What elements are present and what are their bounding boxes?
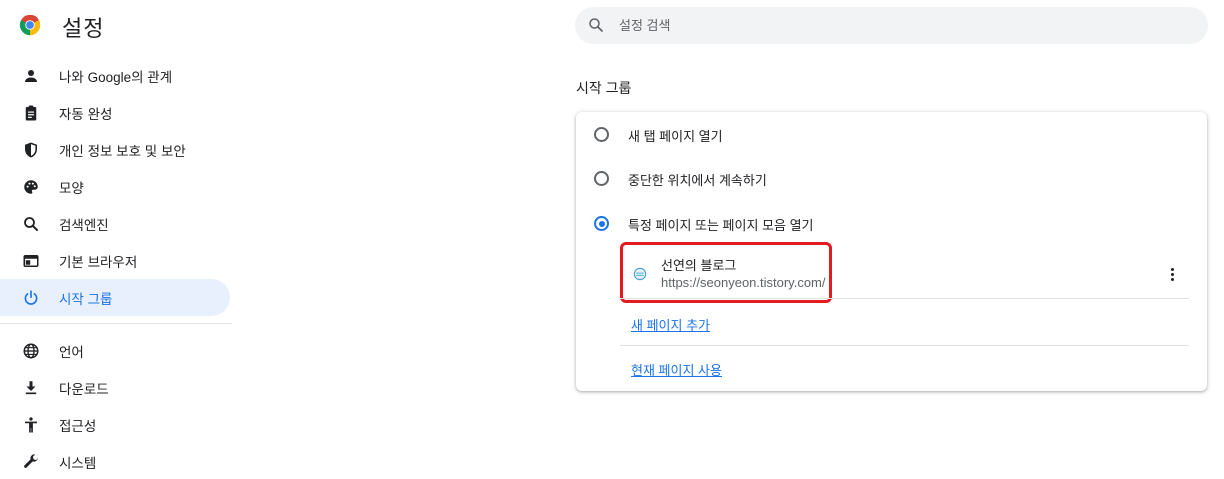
settings-search-box[interactable] (575, 7, 1208, 44)
browser-icon (21, 251, 41, 271)
sidebar-item-label: 언어 (59, 344, 84, 360)
sidebar-item-label: 모양 (59, 180, 84, 196)
radio-label: 특정 페이지 또는 페이지 모음 열기 (628, 218, 814, 233)
radio-button-checked[interactable] (594, 216, 609, 231)
sidebar-item-default-browser[interactable]: 기본 브라우저 (0, 242, 230, 279)
divider (620, 298, 1189, 299)
person-icon (21, 66, 41, 86)
sidebar-item-privacy[interactable]: 개인 정보 보호 및 보안 (0, 131, 230, 168)
startup-page-entry: 선연의 블로그 https://seonyeon.tistory.com/ (620, 242, 1190, 303)
radio-button[interactable] (594, 171, 609, 186)
startup-page-url: https://seonyeon.tistory.com/ (661, 275, 826, 290)
divider (620, 345, 1189, 346)
radio-option-new-tab[interactable]: 새 탭 페이지 열기 (576, 114, 1207, 154)
palette-icon (21, 177, 41, 197)
add-new-page-link[interactable]: 새 페이지 추가 (631, 315, 710, 334)
sidebar-item-label: 검색엔진 (59, 217, 109, 233)
section-title: 시작 그룹 (576, 80, 632, 96)
sidebar-item-accessibility[interactable]: 접근성 (0, 406, 230, 443)
wrench-icon (21, 452, 41, 472)
sidebar-item-autofill[interactable]: 자동 완성 (0, 94, 230, 131)
settings-header: 설정 (0, 0, 560, 52)
sidebar-item-label: 접근성 (59, 418, 97, 434)
sidebar-item-appearance[interactable]: 모양 (0, 168, 230, 205)
search-icon (589, 18, 603, 32)
site-favicon-icon (633, 267, 647, 281)
sidebar-item-label: 개인 정보 보호 및 보안 (59, 143, 186, 159)
accessibility-icon (21, 415, 41, 435)
sidebar-item-label: 자동 완성 (59, 106, 113, 122)
sidebar-item-label: 기본 브라우저 (59, 254, 138, 270)
settings-sidebar: 나와 Google의 관계 자동 완성 개인 정보 보호 및 보안 모양 검색엔… (0, 57, 232, 479)
sidebar-item-languages[interactable]: 언어 (0, 332, 230, 369)
power-icon (21, 288, 41, 308)
page-title: 설정 (62, 16, 105, 41)
more-actions-button[interactable] (1162, 262, 1182, 286)
sidebar-divider (0, 323, 232, 324)
radio-label: 중단한 위치에서 계속하기 (628, 173, 767, 188)
sidebar-item-label: 시작 그룹 (59, 291, 113, 307)
sidebar-item-label: 다운로드 (59, 381, 109, 397)
globe-icon (21, 341, 41, 361)
sidebar-item-label: 나와 Google의 관계 (59, 69, 173, 85)
radio-option-specific-pages[interactable]: 특정 페이지 또는 페이지 모음 열기 (576, 203, 1207, 243)
chrome-logo-icon (19, 14, 41, 36)
startup-card: 새 탭 페이지 열기 중단한 위치에서 계속하기 특정 페이지 또는 페이지 모… (576, 112, 1207, 391)
radio-label: 새 탭 페이지 열기 (628, 129, 723, 144)
shield-icon (21, 140, 41, 160)
more-vert-icon (1170, 267, 1174, 271)
sidebar-item-system[interactable]: 시스템 (0, 443, 230, 479)
startup-page-name: 선연의 블로그 (661, 258, 737, 273)
download-icon (21, 378, 41, 398)
sidebar-item-label: 시스템 (59, 455, 97, 471)
search-icon (21, 214, 41, 234)
sidebar-item-search-engine[interactable]: 검색엔진 (0, 205, 230, 242)
use-current-pages-link[interactable]: 현재 페이지 사용 (631, 360, 722, 379)
search-input[interactable] (619, 7, 1179, 44)
sidebar-item-you-and-google[interactable]: 나와 Google의 관계 (0, 57, 230, 94)
sidebar-item-on-startup[interactable]: 시작 그룹 (0, 279, 230, 316)
sidebar-item-downloads[interactable]: 다운로드 (0, 369, 230, 406)
clipboard-icon (21, 103, 41, 123)
radio-button[interactable] (594, 127, 609, 142)
radio-option-continue[interactable]: 중단한 위치에서 계속하기 (576, 158, 1207, 198)
